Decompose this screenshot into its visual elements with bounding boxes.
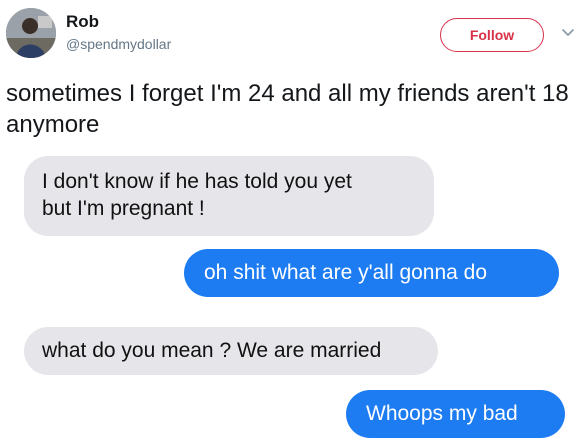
avatar[interactable] (6, 8, 56, 58)
message-bubble-sent: Whoops my bad (346, 390, 565, 438)
message-text-line: I don't know if he has told you yet (42, 170, 352, 193)
author-display-name[interactable]: Rob (66, 12, 99, 32)
tweet-text: sometimes I forget I'm 24 and all my fri… (6, 80, 569, 138)
message-text-line: what do you mean ? We are married (42, 339, 382, 362)
message-bubble-received: what do you mean ? We are married (24, 327, 438, 375)
message-text-line: but I'm pregnant ! (42, 197, 205, 220)
message-text-line: oh shit what are y'all gonna do (204, 261, 488, 284)
message-bubble-sent: oh shit what are y'all gonna do (184, 249, 559, 297)
chevron-down-icon[interactable] (560, 24, 576, 40)
follow-button[interactable]: Follow (440, 18, 544, 52)
avatar-image (6, 8, 56, 58)
message-text-line: Whoops my bad (366, 402, 518, 425)
message-bubble-received: I don't know if he has told you yet but … (24, 156, 434, 236)
author-handle[interactable]: @spendmydollar (66, 36, 171, 52)
